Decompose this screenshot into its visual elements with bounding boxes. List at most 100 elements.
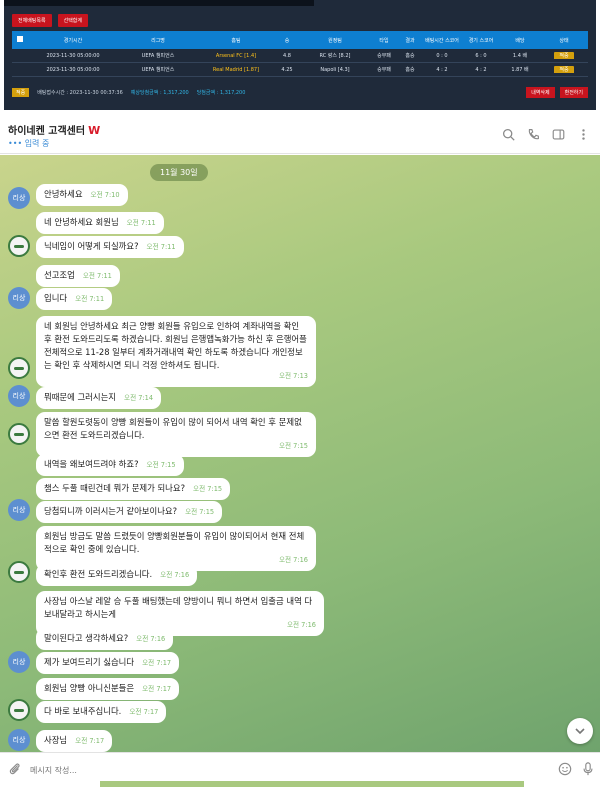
col-check[interactable] xyxy=(12,36,28,44)
paperclip-icon[interactable] xyxy=(8,762,22,776)
message-bubble[interactable]: 뭐때문에 그러시는지 오전 7:14 xyxy=(36,387,162,409)
message-text: 닉네임이 어떻게 되실까요? xyxy=(44,241,139,251)
bet-summary-footer: 적중 배팅접수시간 : 2023-11-30 00:37:36 예상당첨금액 :… xyxy=(12,86,588,98)
agent-avatar[interactable] xyxy=(8,357,30,379)
expected-win-text: 예상당첨금액 : 1,317,200 xyxy=(130,89,189,96)
search-icon[interactable] xyxy=(502,128,515,141)
message-text: 말씀 할원도렷동이 양빵 회원들이 유입이 많이 되어서 내역 확인 후 문제없… xyxy=(44,417,302,440)
scroll-to-bottom-button[interactable] xyxy=(567,718,593,744)
cell-home: Real Madrid [1.87] xyxy=(212,66,260,73)
col-away: 원정팀 xyxy=(328,37,342,44)
win-amount-text: 당첨금액 : 1,317,200 xyxy=(196,89,246,96)
message-text: 다 바로 보내주십니다. xyxy=(44,706,122,716)
message-input[interactable] xyxy=(30,761,510,779)
message-bubble[interactable]: 당첨되니까 이러시는거 같아보이나요? 오전 7:15 xyxy=(36,501,223,523)
more-icon[interactable] xyxy=(577,128,590,141)
message-bubble[interactable]: 입니다 오전 7:11 xyxy=(36,288,113,310)
cell-game-score: 6 : 0 xyxy=(475,52,487,59)
cell-league: UEFA 챔피언스 xyxy=(141,67,175,73)
message-text: 네 회원님 안녕하세요 최근 양빵 회원들 유입으로 인하여 계좌내역을 확인 … xyxy=(44,321,307,370)
message-bubble[interactable]: 챔스 두풀 때린건데 뭐가 문제가 되나요? 오전 7:15 xyxy=(36,478,231,500)
typing-status: ••• 입력 중 xyxy=(8,139,50,148)
cell-time: 2023-11-30 05:00:00 xyxy=(46,52,100,59)
hit-badge: 적중 xyxy=(12,87,30,97)
table-row: 2023-11-30 05:00:00 UEFA 챔피언스 Real Madri… xyxy=(12,63,588,77)
message-text: 사장님 xyxy=(44,735,68,745)
message-time: 오전 7:15 xyxy=(278,442,308,450)
col-league: 리그명 xyxy=(151,37,165,44)
withdraw-button[interactable]: 환전하기 xyxy=(559,86,588,98)
cell-home: Arsenal FC [1.4] xyxy=(215,52,257,59)
user-avatar[interactable]: 리상 xyxy=(8,287,30,309)
cell-bet-score: 0 : 0 xyxy=(436,52,448,59)
message-bubble[interactable]: 네 안녕하세요 회원님 오전 7:11 xyxy=(36,212,164,234)
microphone-icon[interactable] xyxy=(582,762,594,776)
user-avatar[interactable]: 리상 xyxy=(8,651,30,673)
message-bubble[interactable]: 확인후 환전 도와드리겠습니다. 오전 7:16 xyxy=(36,564,198,586)
brand-logo: W xyxy=(88,124,101,137)
bet-time-text: 배팅접수시간 : 2023-11-30 00:37:36 xyxy=(37,89,123,96)
message-bubble[interactable]: 말이된다고 생각하세요? 오전 7:16 xyxy=(36,628,174,650)
col-time: 경기시간 xyxy=(63,37,83,44)
message-time: 오전 7:14 xyxy=(124,394,154,402)
cell-result: 홈승 xyxy=(405,67,415,73)
message-bubble[interactable]: 내역을 왜보여드려야 하죠? 오전 7:15 xyxy=(36,454,184,476)
col-win: 승 xyxy=(284,37,290,44)
message-bubble[interactable]: 닉네임이 어떻게 되실까요? 오전 7:11 xyxy=(36,236,184,258)
user-avatar[interactable]: 리상 xyxy=(8,729,30,751)
header-checkbox[interactable] xyxy=(17,36,23,42)
message-bubble[interactable]: 선고조업 오전 7:11 xyxy=(36,265,120,287)
message-time: 오전 7:11 xyxy=(126,219,156,227)
message-time: 오전 7:11 xyxy=(146,243,176,251)
message-bubble[interactable]: 말씀 할원도렷동이 양빵 회원들이 유입이 많이 되어서 내역 확인 후 문제없… xyxy=(36,412,316,457)
message-text: 회원님 양빵 아니신분들은 xyxy=(44,683,135,693)
selected-sum-button[interactable]: 선택합계 xyxy=(57,14,89,27)
message-text: 말이된다고 생각하세요? xyxy=(44,633,129,643)
message-bubble[interactable]: 사장님 오전 7:17 xyxy=(36,730,113,752)
cell-status: 적중 xyxy=(540,52,588,59)
cell-result: 홈승 xyxy=(405,53,415,59)
agent-avatar[interactable] xyxy=(8,699,30,721)
agent-avatar[interactable] xyxy=(8,235,30,257)
message-time: 오전 7:16 xyxy=(136,635,166,643)
message-text: 사장님 아스날 레알 승 두풀 배팅했는데 양방이니 뭐니 하면서 입출금 내역… xyxy=(44,596,313,619)
cell-away: Napoli [4.3] xyxy=(320,66,350,73)
message-time: 오전 7:16 xyxy=(160,571,190,579)
message-text: 당첨되니까 이러시는거 같아보이나요? xyxy=(44,506,178,516)
sidebar-icon[interactable] xyxy=(552,128,565,141)
chat-title[interactable]: 하이네켄 고객센터 W xyxy=(8,122,100,137)
cell-away: RC 랑스 [8.2] xyxy=(319,53,351,59)
all-bets-button[interactable]: 전체배팅목록 xyxy=(12,14,52,27)
message-text: 회원님 방금도 말씀 드렸듯이 양빵회원분들이 유입이 많이되어서 현재 전체적… xyxy=(44,531,305,554)
cell-league: UEFA 챔피언스 xyxy=(141,53,175,59)
message-time: 오전 7:15 xyxy=(185,508,215,516)
date-badge: 11월 30일 xyxy=(150,164,208,181)
message-time: 오전 7:11 xyxy=(75,295,105,303)
delete-history-button[interactable]: 내역삭제 xyxy=(526,86,555,98)
user-avatar[interactable]: 리상 xyxy=(8,385,30,407)
emoji-icon[interactable] xyxy=(558,762,572,776)
table-row: 2023-11-30 05:00:00 UEFA 챔피언스 Arsenal FC… xyxy=(12,49,588,63)
message-text: 뭐때문에 그러시는지 xyxy=(44,392,117,402)
message-bubble[interactable]: 회원님 양빵 아니신분들은 오전 7:17 xyxy=(36,678,180,700)
phone-icon[interactable] xyxy=(527,128,540,141)
message-bubble[interactable]: 안녕하세요 오전 7:10 xyxy=(36,184,128,206)
col-odds: 배당 xyxy=(515,37,525,44)
message-text: 선고조업 xyxy=(44,270,75,280)
header-actions xyxy=(502,128,590,141)
chat-title-text: 하이네켄 고객센터 xyxy=(8,126,86,137)
agent-avatar[interactable] xyxy=(8,423,30,445)
message-bubble[interactable]: 다 바로 보내주십니다. 오전 7:17 xyxy=(36,701,167,723)
message-text: 내역을 왜보여드려야 하죠? xyxy=(44,459,139,469)
bet-table: 경기시간 리그명 홈팀 승 원정팀 타입 결과 배팅시간 스코어 경기 스코어 … xyxy=(12,31,588,77)
user-avatar[interactable]: 리상 xyxy=(8,499,30,521)
message-text: 제가 보여드리기 싫습니다 xyxy=(44,657,135,667)
message-text: 네 안녕하세요 회원님 xyxy=(44,217,119,227)
user-avatar[interactable]: 리상 xyxy=(8,187,30,209)
message-bubble[interactable]: 제가 보여드리기 싫습니다 오전 7:17 xyxy=(36,652,180,674)
message-bubble[interactable]: 네 회원님 안녕하세요 최근 양빵 회원들 유입으로 인하여 계좌내역을 확인 … xyxy=(36,316,316,387)
col-result: 결과 xyxy=(405,37,415,44)
cell-type: 승무패 xyxy=(377,67,391,73)
agent-avatar[interactable] xyxy=(8,561,30,583)
chat-message-area[interactable]: 11월 30일 리상 리상 리상 리상 리상 리상 안녕하세요 오전 7:10 네… xyxy=(0,155,600,752)
